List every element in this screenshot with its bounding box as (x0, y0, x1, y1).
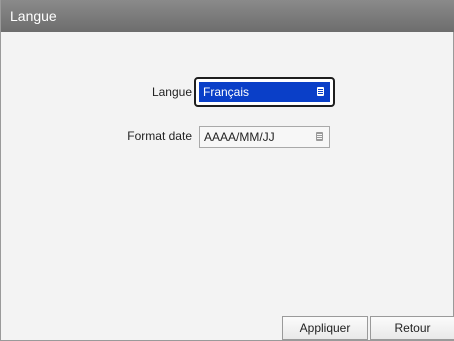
back-button[interactable]: Retour (370, 316, 454, 340)
apply-button[interactable]: Appliquer (282, 316, 368, 340)
date-format-select-value: AAAA/MM/JJ (204, 130, 275, 144)
date-format-select[interactable]: AAAA/MM/JJ (199, 126, 330, 148)
language-settings-window: Langue Langue Français Format date AAAA/… (0, 0, 454, 341)
date-format-label: Format date (127, 129, 192, 143)
language-label: Langue (151, 85, 192, 99)
language-select-value: Français (203, 85, 250, 99)
window-title: Langue (1, 0, 454, 32)
dropdown-list-icon (316, 132, 323, 141)
dropdown-list-icon (317, 87, 324, 96)
language-select[interactable]: Français (199, 82, 330, 102)
